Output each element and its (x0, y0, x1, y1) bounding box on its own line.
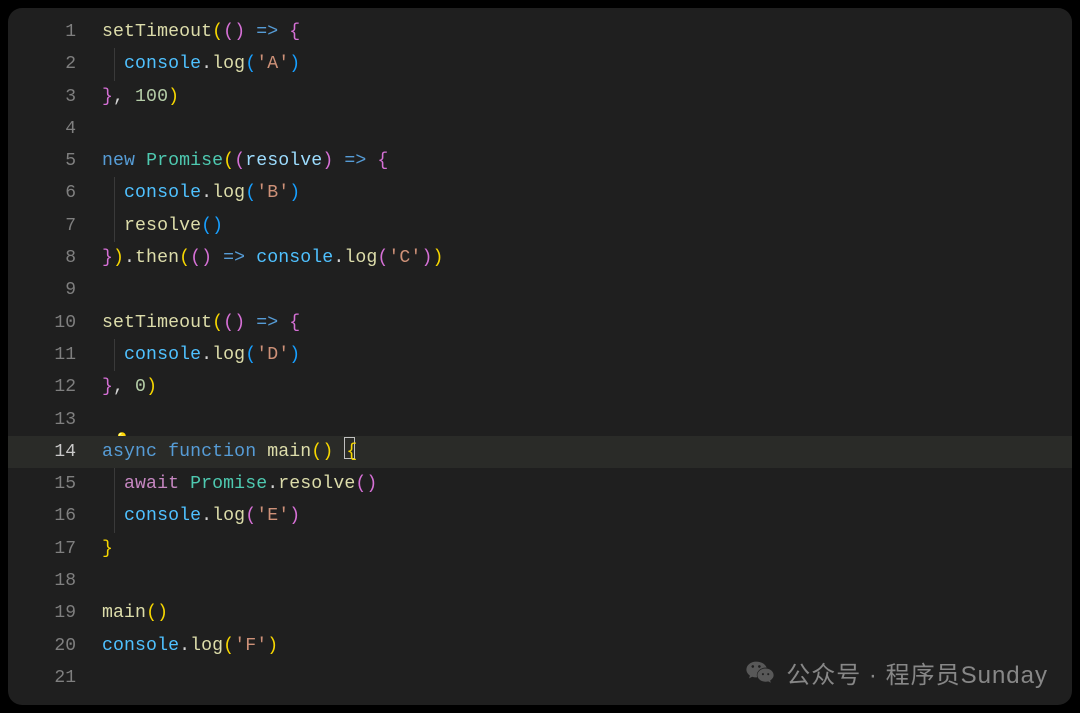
code-line[interactable]: 1setTimeout(() => { (8, 16, 1072, 48)
line-number: 14 (8, 436, 102, 468)
code-line[interactable]: 16 console.log('E') (8, 500, 1072, 532)
code-content[interactable]: console.log('B') (102, 177, 300, 209)
code-line[interactable]: 7 resolve() (8, 210, 1072, 242)
code-editor[interactable]: 1setTimeout(() => {2 console.log('A')3},… (8, 8, 1072, 705)
line-number: 4 (8, 113, 102, 145)
line-number: 2 (8, 48, 102, 80)
line-number: 18 (8, 565, 102, 597)
code-content[interactable]: }).then(() => console.log('C')) (102, 242, 443, 274)
code-content[interactable]: main() (102, 597, 168, 629)
code-content[interactable]: new Promise((resolve) => { (102, 145, 388, 177)
code-line[interactable]: 19main() (8, 597, 1072, 629)
code-line[interactable]: 15 await Promise.resolve() (8, 468, 1072, 500)
line-number: 15 (8, 468, 102, 500)
code-area[interactable]: 1setTimeout(() => {2 console.log('A')3},… (8, 8, 1072, 694)
code-line[interactable]: 5new Promise((resolve) => { (8, 145, 1072, 177)
line-number: 6 (8, 177, 102, 209)
wechat-icon (744, 657, 776, 689)
line-number: 13 (8, 404, 102, 436)
code-content[interactable]: resolve() (102, 210, 223, 242)
code-line[interactable]: 8}).then(() => console.log('C')) (8, 242, 1072, 274)
code-content[interactable]: } (102, 533, 113, 565)
line-number: 17 (8, 533, 102, 565)
code-content[interactable]: await Promise.resolve() (102, 468, 377, 500)
line-number: 19 (8, 597, 102, 629)
code-line[interactable]: 3}, 100) (8, 81, 1072, 113)
code-line[interactable]: 18 (8, 565, 1072, 597)
code-content[interactable]: console.log('A') (102, 48, 300, 80)
line-number: 10 (8, 307, 102, 339)
line-number: 12 (8, 371, 102, 403)
code-line[interactable]: 4 (8, 113, 1072, 145)
code-line[interactable]: 11 console.log('D') (8, 339, 1072, 371)
line-number: 16 (8, 500, 102, 532)
line-number: 1 (8, 16, 102, 48)
code-content[interactable]: console.log('E') (102, 500, 300, 532)
code-content[interactable]: setTimeout(() => { (102, 307, 300, 339)
code-content[interactable]: console.log('D') (102, 339, 300, 371)
line-number: 7 (8, 210, 102, 242)
line-number: 11 (8, 339, 102, 371)
code-line[interactable]: 12}, 0) (8, 371, 1072, 403)
line-number: 9 (8, 274, 102, 306)
line-number: 5 (8, 145, 102, 177)
code-content[interactable]: async function main() { (102, 436, 356, 468)
code-line[interactable]: 9 (8, 274, 1072, 306)
code-content[interactable]: }, 100) (102, 81, 179, 113)
watermark-text: 公众号 · 程序员Sunday (786, 655, 1048, 690)
code-line[interactable]: 17} (8, 533, 1072, 565)
line-number: 20 (8, 630, 102, 662)
code-line[interactable]: 2 console.log('A') (8, 48, 1072, 80)
line-number: 8 (8, 242, 102, 274)
code-line[interactable]: 14async function main() { (8, 436, 1072, 468)
watermark: 公众号 · 程序员Sunday (744, 655, 1048, 690)
line-number: 3 (8, 81, 102, 113)
code-content[interactable]: }, 0) (102, 371, 157, 403)
cursor: { (344, 437, 355, 459)
line-number: 21 (8, 662, 102, 694)
code-line[interactable]: 6 console.log('B') (8, 177, 1072, 209)
code-content[interactable]: console.log('F') (102, 630, 278, 662)
code-line[interactable]: 13 💡 (8, 404, 1072, 436)
code-content[interactable]: setTimeout(() => { (102, 16, 300, 48)
lightbulb-icon[interactable]: 💡 (115, 424, 125, 436)
code-line[interactable]: 10setTimeout(() => { (8, 307, 1072, 339)
